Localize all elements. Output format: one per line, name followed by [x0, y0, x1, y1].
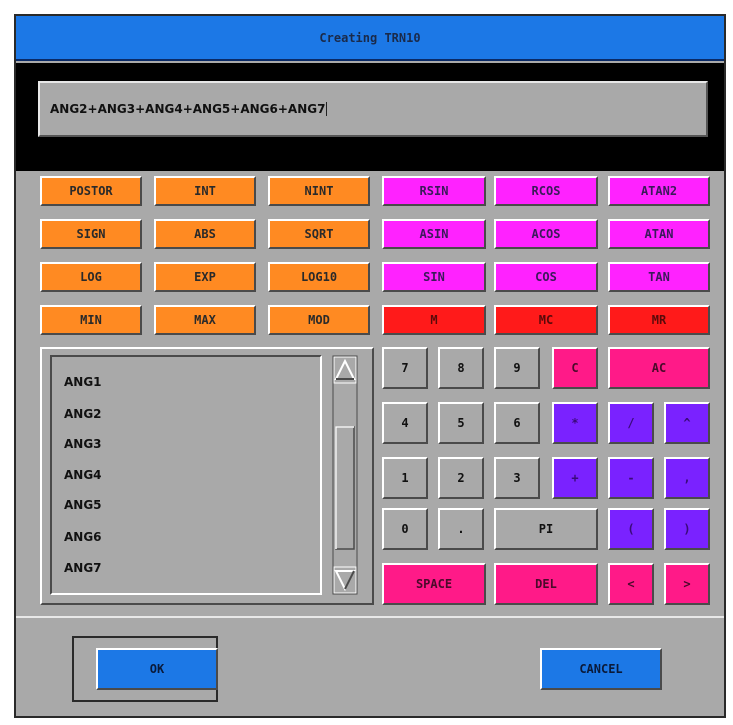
digit-3-button[interactable]: 3 [494, 457, 540, 499]
sign-button[interactable]: SIGN [40, 219, 142, 249]
list-item[interactable]: ANG4 [64, 468, 102, 482]
divide-button[interactable]: / [608, 402, 654, 444]
log-button[interactable]: LOG [40, 262, 142, 292]
comma-button[interactable]: , [664, 457, 710, 499]
ok-button[interactable]: OK [96, 648, 218, 690]
decimal-point-button[interactable]: . [438, 508, 484, 550]
close-paren-button[interactable]: ) [664, 508, 710, 550]
expression-builder-dialog: Creating TRN10 ANG2+ANG3+ANG4+ANG5+ANG6+… [14, 14, 726, 718]
scroll-thumb[interactable] [335, 426, 355, 550]
multiply-button[interactable]: * [552, 402, 598, 444]
minus-button[interactable]: - [608, 457, 654, 499]
max-button[interactable]: MAX [154, 305, 256, 335]
int-button[interactable]: INT [154, 176, 256, 206]
variable-list[interactable]: ANG1 ANG2 ANG3 ANG4 ANG5 ANG6 ANG7 [50, 355, 322, 595]
list-item[interactable]: ANG6 [64, 530, 102, 544]
digit-9-button[interactable]: 9 [494, 347, 540, 389]
expression-area: ANG2+ANG3+ANG4+ANG5+ANG6+ANG7 [16, 63, 724, 171]
expression-text: ANG2+ANG3+ANG4+ANG5+ANG6+ANG7 [50, 102, 326, 116]
clear-button[interactable]: C [552, 347, 598, 389]
cos-button[interactable]: COS [494, 262, 598, 292]
space-button[interactable]: SPACE [382, 563, 486, 605]
mod-button[interactable]: MOD [268, 305, 370, 335]
less-than-button[interactable]: < [608, 563, 654, 605]
title-bar: Creating TRN10 [16, 16, 724, 61]
dialog-footer: OK CANCEL [16, 616, 724, 718]
exp-button[interactable]: EXP [154, 262, 256, 292]
list-item[interactable]: ANG1 [64, 375, 102, 389]
atan-button[interactable]: ATAN [608, 219, 710, 249]
atan2-button[interactable]: ATAN2 [608, 176, 710, 206]
digit-8-button[interactable]: 8 [438, 347, 484, 389]
digit-2-button[interactable]: 2 [438, 457, 484, 499]
scroll-up-arrow-icon[interactable] [333, 356, 357, 384]
rsin-button[interactable]: RSIN [382, 176, 486, 206]
plus-button[interactable]: + [552, 457, 598, 499]
delete-button[interactable]: DEL [494, 563, 598, 605]
sqrt-button[interactable]: SQRT [268, 219, 370, 249]
dialog-title: Creating TRN10 [319, 30, 421, 45]
power-button[interactable]: ^ [664, 402, 710, 444]
all-clear-button[interactable]: AC [608, 347, 710, 389]
digit-0-button[interactable]: 0 [382, 508, 428, 550]
vertical-scrollbar[interactable] [332, 355, 358, 595]
memory-store-button[interactable]: M [382, 305, 486, 335]
log10-button[interactable]: LOG10 [268, 262, 370, 292]
digit-1-button[interactable]: 1 [382, 457, 428, 499]
digit-5-button[interactable]: 5 [438, 402, 484, 444]
text-cursor [326, 102, 328, 116]
list-item[interactable]: ANG3 [64, 437, 102, 451]
list-item[interactable]: ANG5 [64, 498, 102, 512]
memory-clear-button[interactable]: MC [494, 305, 598, 335]
pi-button[interactable]: PI [494, 508, 598, 550]
scroll-down-arrow-icon[interactable] [333, 566, 357, 594]
expression-input[interactable]: ANG2+ANG3+ANG4+ANG5+ANG6+ANG7 [38, 81, 708, 137]
memory-recall-button[interactable]: MR [608, 305, 710, 335]
cancel-button[interactable]: CANCEL [540, 648, 662, 690]
tan-button[interactable]: TAN [608, 262, 710, 292]
digit-6-button[interactable]: 6 [494, 402, 540, 444]
list-item[interactable]: ANG2 [64, 407, 102, 421]
min-button[interactable]: MIN [40, 305, 142, 335]
abs-button[interactable]: ABS [154, 219, 256, 249]
greater-than-button[interactable]: > [664, 563, 710, 605]
digit-7-button[interactable]: 7 [382, 347, 428, 389]
sin-button[interactable]: SIN [382, 262, 486, 292]
nint-button[interactable]: NINT [268, 176, 370, 206]
variable-list-panel: ANG1 ANG2 ANG3 ANG4 ANG5 ANG6 ANG7 [40, 347, 374, 605]
open-paren-button[interactable]: ( [608, 508, 654, 550]
rcos-button[interactable]: RCOS [494, 176, 598, 206]
digit-4-button[interactable]: 4 [382, 402, 428, 444]
list-item[interactable]: ANG7 [64, 561, 102, 575]
acos-button[interactable]: ACOS [494, 219, 598, 249]
asin-button[interactable]: ASIN [382, 219, 486, 249]
postor-button[interactable]: POSTOR [40, 176, 142, 206]
